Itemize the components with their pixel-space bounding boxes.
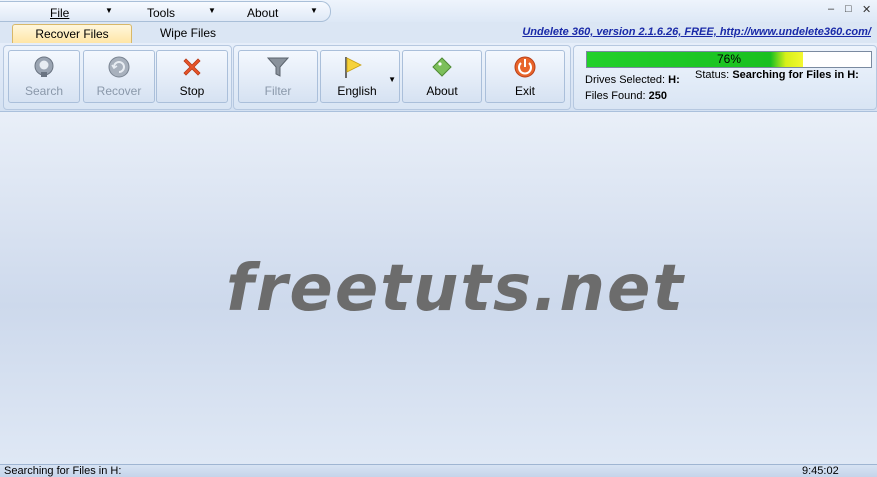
chevron-down-icon: ▼ [388, 75, 396, 84]
chevron-down-icon: ▼ [208, 6, 216, 15]
flag-icon [345, 57, 362, 78]
status-bar-text: Searching for Files in H: [4, 465, 122, 477]
about-button-label: About [426, 84, 458, 98]
ribbon-group-actions: Search Recover Stop [3, 45, 232, 110]
status-bar-time: 9:45:02 [802, 465, 839, 477]
tab-wipe-files[interactable]: Wipe Files [140, 24, 236, 42]
chevron-down-icon: ▼ [310, 6, 318, 15]
about-button[interactable]: About [402, 50, 482, 103]
menu-bar: File ▼ Tools ▼ About ▼ – □ ✕ [0, 0, 877, 22]
watermark: freetuts.net [226, 252, 685, 326]
drives-selected-label: Drives Selected: [585, 74, 666, 86]
drives-selected-value: H: [668, 74, 680, 86]
tab-recover-files-label: Recover Files [35, 27, 109, 41]
recover-button[interactable]: Recover [83, 50, 155, 103]
status-info: Status: Searching for Files in H: [695, 69, 859, 81]
status-value: Searching for Files in H: [732, 69, 859, 81]
search-icon [34, 56, 54, 77]
menu-tools[interactable]: Tools ▼ [147, 6, 216, 20]
minimize-icon[interactable]: – [828, 3, 834, 15]
files-found-value: 250 [648, 90, 667, 102]
menu-file-label: File [50, 6, 70, 20]
files-found-label: Files Found: [585, 90, 646, 102]
exit-button[interactable]: Exit [485, 50, 565, 103]
about-icon [432, 57, 452, 77]
chevron-down-icon: ▼ [105, 6, 113, 15]
menu-about-label: About [247, 6, 279, 20]
status-bar: Searching for Files in H: 9:45:02 [0, 464, 877, 477]
close-icon[interactable]: ✕ [862, 3, 871, 16]
tab-recover-files[interactable]: Recover Files [12, 24, 132, 43]
stop-button[interactable]: Stop [156, 50, 228, 103]
stop-button-label: Stop [179, 84, 205, 98]
version-link[interactable]: Undelete 360, version 2.1.6.26, FREE, ht… [522, 26, 871, 38]
exit-icon [514, 56, 536, 78]
drives-selected: Drives Selected: H: [585, 74, 680, 86]
menu-about[interactable]: About ▼ [247, 6, 318, 20]
search-button[interactable]: Search [8, 50, 80, 103]
language-dropdown[interactable]: English ▼ [320, 50, 400, 103]
ribbon-group-tools: Filter English ▼ About Exit [233, 45, 571, 110]
menu-strip: File ▼ Tools ▼ About ▼ [0, 1, 331, 22]
files-found: Files Found: 250 [585, 90, 667, 102]
search-button-label: Search [24, 84, 64, 98]
menu-file[interactable]: File ▼ [50, 6, 113, 20]
tab-wipe-files-label: Wipe Files [159, 26, 216, 40]
filter-button-label: Filter [264, 84, 292, 98]
tab-row: Recover Files Wipe Files Undelete 360, v… [0, 22, 877, 44]
status-label: Status: [695, 69, 730, 81]
menu-tools-label: Tools [147, 6, 176, 20]
filter-button[interactable]: Filter [238, 50, 318, 103]
language-dropdown-label: English [337, 84, 377, 98]
results-area: freetuts.net [0, 112, 877, 464]
recover-icon [108, 56, 130, 78]
filter-icon [266, 57, 290, 77]
stop-icon [183, 58, 201, 76]
maximize-icon[interactable]: □ [845, 3, 852, 15]
exit-button-label: Exit [514, 84, 535, 98]
progress-percent: 76% [716, 52, 742, 66]
recover-button-label: Recover [96, 84, 142, 98]
progress-bar: 76% [586, 51, 872, 68]
